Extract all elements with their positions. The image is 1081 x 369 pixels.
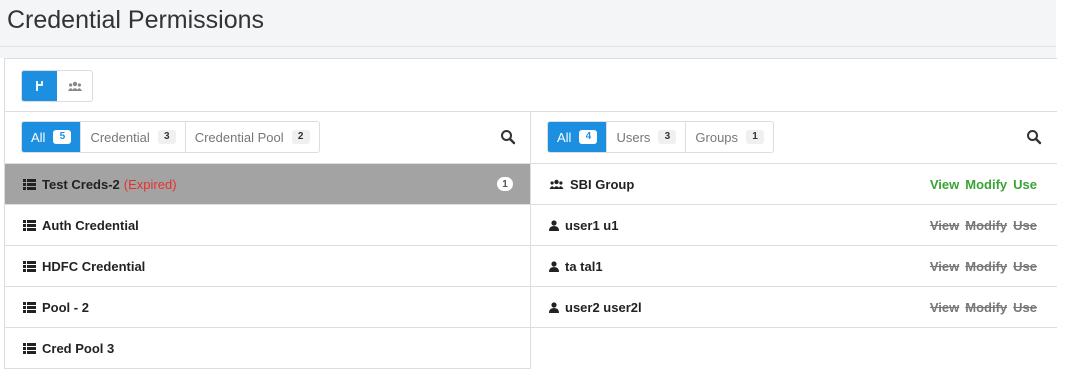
permission-toggles: View Modify Use [930, 177, 1037, 192]
tab-count-badge: 3 [658, 130, 677, 144]
toolbar [5, 59, 1057, 112]
user-icon [549, 301, 559, 313]
credential-list: Test Creds-2 (Expired) 1 Auth Credential… [5, 164, 531, 369]
principal-name: SBI Group [570, 176, 635, 192]
tab-count-badge: 1 [746, 130, 765, 144]
principal-row[interactable]: user2 user2l View Modify Use [531, 287, 1057, 328]
view-permission-toggle[interactable]: View [930, 218, 959, 233]
credential-row[interactable]: Auth Credential [5, 205, 530, 246]
modify-permission-toggle[interactable]: Modify [965, 218, 1007, 233]
principal-filter-bar: All 4 Users 3 Groups 1 [531, 112, 1057, 164]
use-permission-toggle[interactable]: Use [1013, 218, 1037, 233]
credential-name: Auth Credential [42, 217, 139, 233]
fork-icon [35, 81, 43, 91]
list-icon [23, 260, 36, 272]
list-icon [23, 219, 36, 231]
principal-row[interactable]: ta tal1 View Modify Use [531, 246, 1057, 287]
tab-groups[interactable]: Groups 1 [685, 122, 773, 152]
group-icon [67, 81, 82, 91]
credential-row[interactable]: Test Creds-2 (Expired) 1 [5, 164, 530, 205]
principal-name: user1 u1 [565, 217, 619, 233]
use-permission-toggle[interactable]: Use [1013, 259, 1037, 274]
principal-name: user2 user2l [565, 299, 642, 315]
principal-name: ta tal1 [565, 258, 603, 274]
principal-row[interactable]: SBI Group View Modify Use [531, 164, 1057, 205]
credential-view-button[interactable] [22, 71, 57, 101]
group-view-button[interactable] [57, 71, 92, 101]
search-icon[interactable] [500, 129, 516, 145]
view-permission-toggle[interactable]: View [930, 177, 959, 192]
tab-count-badge: 3 [157, 130, 176, 144]
expired-status: (Expired) [123, 176, 177, 192]
list-icon [23, 342, 36, 354]
credential-name: Pool - 2 [42, 299, 89, 315]
permission-toggles: View Modify Use [930, 259, 1037, 274]
view-permission-toggle[interactable]: View [930, 259, 959, 274]
count-badge: 1 [497, 177, 513, 191]
credential-filter-bar: All 5 Credential 3 Credential Pool 2 [5, 112, 531, 164]
tab-label: Credential [90, 129, 150, 145]
header-gap [0, 47, 1056, 58]
tab-label: Credential Pool [194, 129, 284, 145]
tab-count-badge: 2 [291, 130, 310, 144]
tab-label: All [557, 129, 572, 145]
search-icon[interactable] [1026, 129, 1042, 145]
modify-permission-toggle[interactable]: Modify [965, 259, 1007, 274]
list-icon [23, 178, 36, 190]
credential-name: Cred Pool 3 [42, 340, 115, 356]
use-permission-toggle[interactable]: Use [1013, 177, 1037, 192]
credential-row[interactable]: HDFC Credential [5, 246, 530, 287]
user-icon [549, 219, 559, 231]
principal-list: SBI Group View Modify Use user1 u1 View … [531, 164, 1057, 328]
modify-permission-toggle[interactable]: Modify [965, 300, 1007, 315]
credential-name: Test Creds-2 [42, 176, 120, 192]
principal-row[interactable]: user1 u1 View Modify Use [531, 205, 1057, 246]
view-toggle [21, 70, 93, 102]
tab-credential[interactable]: Credential 3 [80, 122, 184, 152]
credential-name: HDFC Credential [42, 258, 146, 274]
list-icon [23, 301, 36, 313]
page-title: Credential Permissions [7, 6, 265, 34]
tab-count-badge: 4 [579, 130, 598, 144]
tab-all-credentials[interactable]: All 5 [22, 122, 81, 152]
use-permission-toggle[interactable]: Use [1013, 300, 1037, 315]
permissions-panel: All 5 Credential 3 Credential Pool 2 All… [4, 58, 1057, 369]
tab-count-badge: 5 [53, 130, 72, 144]
view-permission-toggle[interactable]: View [930, 300, 959, 315]
credential-tabs: All 5 Credential 3 Credential Pool 2 [21, 121, 320, 153]
tab-all-principals[interactable]: All 4 [548, 122, 607, 152]
user-icon [549, 260, 559, 272]
credential-row[interactable]: Cred Pool 3 [5, 328, 530, 369]
principal-tabs: All 4 Users 3 Groups 1 [547, 121, 775, 153]
permission-toggles: View Modify Use [930, 218, 1037, 233]
tab-label: Users [616, 129, 651, 145]
tab-credential-pool[interactable]: Credential Pool 2 [184, 122, 319, 152]
credential-row[interactable]: Pool - 2 [5, 287, 530, 328]
group-icon [549, 179, 564, 190]
tab-label: All [31, 129, 46, 145]
page-header: Credential Permissions [0, 0, 1056, 47]
permission-toggles: View Modify Use [930, 300, 1037, 315]
tab-users[interactable]: Users 3 [606, 122, 685, 152]
tab-label: Groups [695, 129, 739, 145]
modify-permission-toggle[interactable]: Modify [965, 177, 1007, 192]
